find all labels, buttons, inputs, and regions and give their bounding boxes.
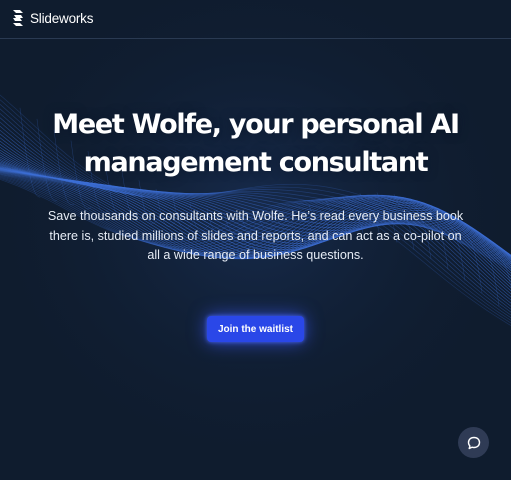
- headline-line-1: Meet Wolfe, your personal AI: [52, 109, 460, 140]
- description-line-2: there is, studied millions of slides and…: [49, 228, 462, 243]
- chat-widget-button[interactable]: [458, 427, 489, 458]
- landing-page: Slideworks Meet Wolfe, your personal AI …: [0, 0, 511, 480]
- hero-headline: Meet Wolfe, your personal AI management …: [0, 106, 511, 182]
- description-line-3: all a wide range of business questions.: [147, 248, 364, 262]
- chat-bubble-icon: [467, 436, 480, 449]
- headline-line-2: management consultant: [83, 147, 429, 178]
- hero-section: Meet Wolfe, your personal AI management …: [0, 0, 511, 480]
- join-waitlist-button[interactable]: Join the waitlist: [207, 316, 304, 342]
- description-line-1: Save thousands on consultants with Wolfe…: [47, 209, 464, 223]
- hero-description: Save thousands on consultants with Wolfe…: [32, 207, 479, 266]
